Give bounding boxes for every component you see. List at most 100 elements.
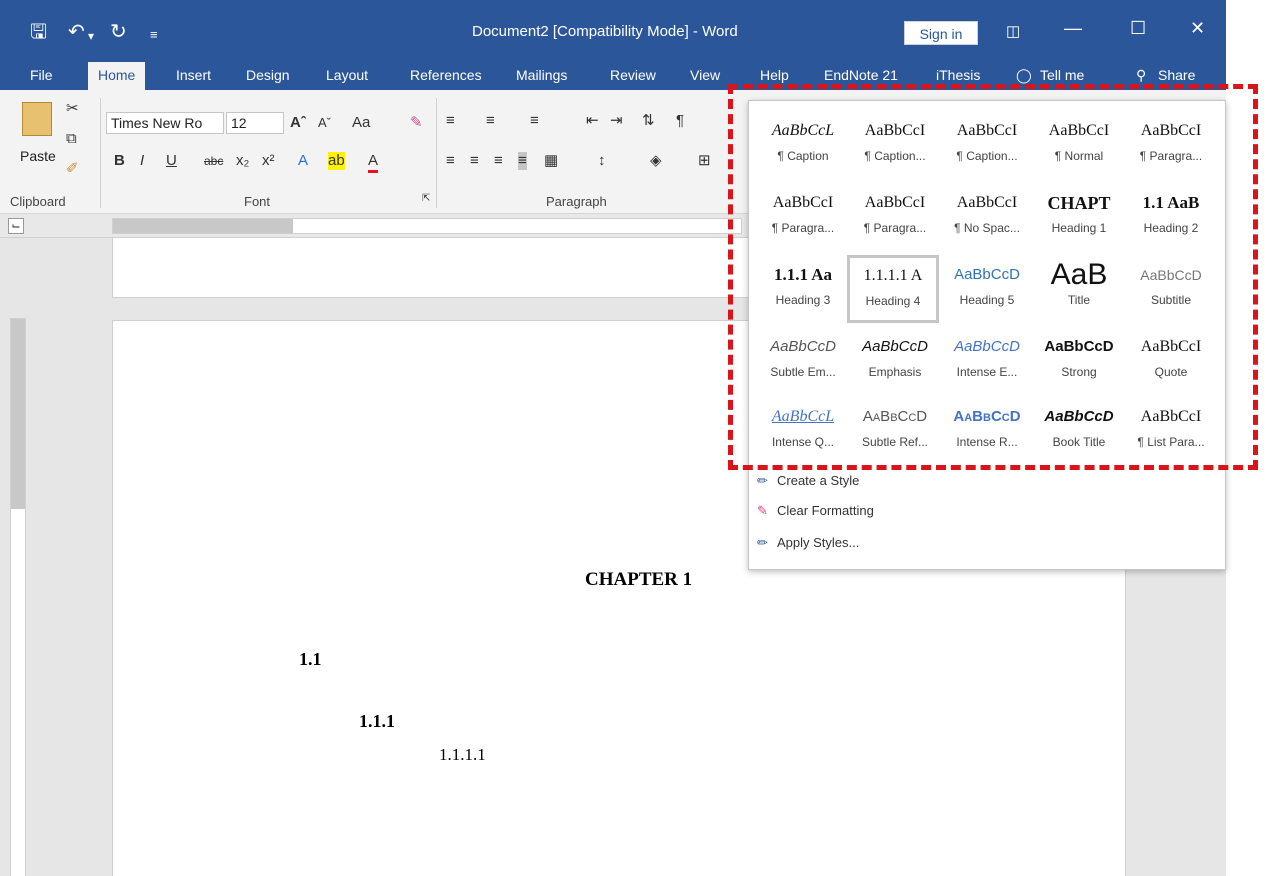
tab-help[interactable]: Help xyxy=(760,67,789,83)
style-intense-reference[interactable]: AaBbCcD Intense R... xyxy=(941,399,1033,467)
tab-review[interactable]: Review xyxy=(610,67,656,83)
style-subtle-reference[interactable]: AaBbCcD Subtle Ref... xyxy=(849,399,941,467)
numbering-icon[interactable]: ≡ xyxy=(486,112,495,130)
style-sample: AaBbCcI xyxy=(1140,408,1202,425)
customize-qat-icon[interactable]: ≡ xyxy=(150,25,158,45)
style-sample: AaBbCcD xyxy=(1044,408,1114,425)
italic-button[interactable]: I xyxy=(140,152,144,170)
tab-insert[interactable]: Insert xyxy=(176,67,211,83)
maximize-icon[interactable]: ☐ xyxy=(1130,18,1146,39)
underline-button[interactable]: U xyxy=(166,152,177,170)
line-spacing-icon[interactable]: ↕ xyxy=(598,152,606,170)
font-size-box[interactable]: 12 xyxy=(226,112,284,134)
style-paragraph-2[interactable]: AaBbCcI ¶ Paragra... xyxy=(757,185,849,253)
text-effects-icon[interactable]: A xyxy=(298,152,308,170)
style-heading-3[interactable]: 1.1.1 Aa Heading 3 xyxy=(757,257,849,325)
style-title[interactable]: AaB Title xyxy=(1033,257,1125,325)
paste-icon[interactable] xyxy=(22,102,52,136)
clear-formatting-icon[interactable]: ✎ xyxy=(410,114,423,132)
style-strong[interactable]: AaBbCcD Strong xyxy=(1033,329,1125,397)
heading-3-text[interactable]: 1.1.1 xyxy=(359,711,395,732)
share-button[interactable]: Share xyxy=(1158,67,1195,83)
tab-ithesis[interactable]: iThesis xyxy=(936,67,980,83)
sign-in-button[interactable]: Sign in xyxy=(904,21,978,45)
font-name-box[interactable]: Times New Ro xyxy=(106,112,224,134)
create-style-command[interactable]: ✏ Create a Style xyxy=(757,473,859,497)
style-list-paragraph[interactable]: AaBbCcI ¶ List Para... xyxy=(1125,399,1217,467)
tab-home[interactable]: Home xyxy=(88,62,146,90)
change-case-button[interactable]: Aa xyxy=(352,114,370,132)
format-painter-icon[interactable]: ✐ xyxy=(66,160,79,178)
apply-styles-command[interactable]: ✏ Apply Styles... xyxy=(757,535,859,559)
align-right-icon[interactable]: ≡ xyxy=(494,152,503,170)
style-name: Heading 1 xyxy=(1051,221,1107,235)
tab-references[interactable]: References xyxy=(410,67,482,83)
tab-endnote[interactable]: EndNote 21 xyxy=(824,67,898,83)
align-left-icon[interactable]: ≡ xyxy=(446,152,455,170)
style-paragraph-3[interactable]: AaBbCcI ¶ Paragra... xyxy=(849,185,941,253)
font-color-icon[interactable]: A xyxy=(368,152,379,173)
bullets-icon[interactable]: ≡ xyxy=(446,112,455,130)
style-caption-3[interactable]: AaBbCcI ¶ Caption... xyxy=(941,113,1033,181)
undo-icon[interactable]: ↶ xyxy=(68,22,85,42)
style-name: Intense R... xyxy=(956,435,1018,449)
style-emphasis[interactable]: AaBbCcD Emphasis xyxy=(849,329,941,397)
tab-file[interactable]: File xyxy=(30,67,53,83)
style-subtitle[interactable]: AaBbCcD Subtitle xyxy=(1125,257,1217,325)
sort-icon[interactable]: ⇅ xyxy=(642,112,655,130)
close-icon[interactable]: ✕ xyxy=(1190,18,1205,39)
heading-1-text[interactable]: CHAPTER 1 xyxy=(585,569,692,591)
borders-icon[interactable]: ⊞ xyxy=(698,152,711,170)
style-book-title[interactable]: AaBbCcD Book Title xyxy=(1033,399,1125,467)
tab-design[interactable]: Design xyxy=(246,67,290,83)
bold-button[interactable]: B xyxy=(114,152,125,170)
style-heading-1[interactable]: CHAPT Heading 1 xyxy=(1033,185,1125,253)
horizontal-ruler[interactable] xyxy=(112,218,742,234)
align-center-icon[interactable]: ≡ xyxy=(470,152,479,170)
superscript-button[interactable]: x² xyxy=(262,152,275,170)
tab-view[interactable]: View xyxy=(690,67,720,83)
minimize-icon[interactable]: — xyxy=(1064,18,1082,39)
style-heading-2[interactable]: 1.1 AaB Heading 2 xyxy=(1125,185,1217,253)
save-icon[interactable]: 🖫 xyxy=(30,22,47,42)
font-dialog-launcher-icon[interactable]: ⇱ xyxy=(422,190,430,208)
multilevel-list-icon[interactable]: ≡ xyxy=(530,112,539,130)
heading-4-text[interactable]: 1.1.1.1 xyxy=(439,745,486,765)
style-intense-quote[interactable]: AaBbCcL Intense Q... xyxy=(757,399,849,467)
style-subtle-emphasis[interactable]: AaBbCcD Subtle Em... xyxy=(757,329,849,397)
tab-layout[interactable]: Layout xyxy=(326,67,368,83)
style-caption-2[interactable]: AaBbCcI ¶ Caption... xyxy=(849,113,941,181)
strikethrough-button[interactable]: abc xyxy=(204,152,223,170)
paste-button[interactable]: Paste xyxy=(20,148,56,164)
style-caption[interactable]: AaBbCcL ¶ Caption xyxy=(757,113,849,181)
style-quote[interactable]: AaBbCcI Quote xyxy=(1125,329,1217,397)
shrink-font-icon[interactable]: Aˇ xyxy=(318,114,331,132)
increase-indent-icon[interactable]: ⇥ xyxy=(610,112,623,130)
show-formatting-icon[interactable]: ¶ xyxy=(676,112,684,130)
justify-icon[interactable]: ≡ xyxy=(518,152,527,170)
shading-icon[interactable]: ◈ xyxy=(650,152,662,170)
copy-icon[interactable]: ⧉ xyxy=(66,130,77,148)
tab-selector[interactable]: ⌙ xyxy=(8,218,24,234)
style-heading-4[interactable]: 1.1.1.1 A Heading 4 xyxy=(847,255,939,323)
cut-icon[interactable]: ✂ xyxy=(66,100,79,118)
style-name: Emphasis xyxy=(868,365,922,379)
tell-me-search[interactable]: Tell me xyxy=(1040,67,1084,83)
undo-dropdown-icon[interactable]: ▾ xyxy=(88,26,94,46)
subscript-button[interactable]: x₂ xyxy=(236,152,249,170)
redo-icon[interactable]: ↻ xyxy=(110,22,127,42)
decrease-indent-icon[interactable]: ⇤ xyxy=(586,112,599,130)
style-intense-emphasis[interactable]: AaBbCcD Intense E... xyxy=(941,329,1033,397)
vertical-ruler[interactable] xyxy=(10,318,26,876)
ribbon-display-options-icon[interactable]: ◫ xyxy=(1006,22,1020,40)
highlight-color-icon[interactable]: ab xyxy=(328,152,345,170)
heading-2-text[interactable]: 1.1 xyxy=(299,649,322,670)
style-heading-5[interactable]: AaBbCcD Heading 5 xyxy=(941,257,1033,325)
grow-font-icon[interactable]: Aˆ xyxy=(290,114,306,132)
distributed-icon[interactable]: ▦ xyxy=(544,152,558,170)
tab-mailings[interactable]: Mailings xyxy=(516,67,567,83)
style-normal[interactable]: AaBbCcI ¶ Normal xyxy=(1033,113,1125,181)
style-no-spacing[interactable]: AaBbCcI ¶ No Spac... xyxy=(941,185,1033,253)
style-paragraph-1[interactable]: AaBbCcI ¶ Paragra... xyxy=(1125,113,1217,181)
clear-formatting-command[interactable]: ✎ Clear Formatting xyxy=(757,503,874,527)
